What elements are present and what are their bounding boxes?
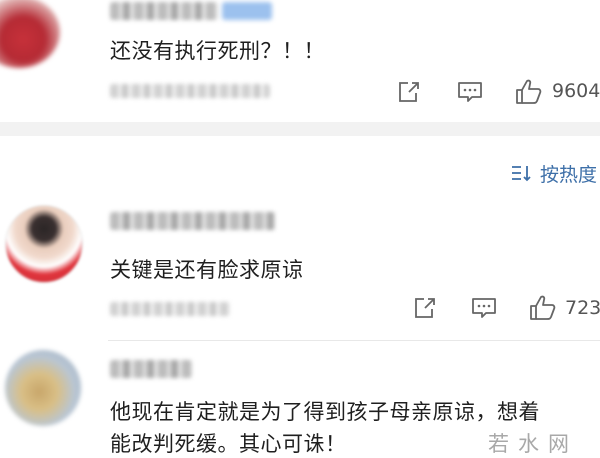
username-blurred[interactable] — [110, 212, 275, 230]
comment-separator — [108, 340, 600, 341]
user-badge-blurred — [222, 2, 272, 20]
sort-label: 按热度 — [540, 163, 598, 186]
avatar[interactable] — [5, 350, 81, 426]
avatar[interactable] — [0, 0, 60, 68]
comment-icon[interactable] — [470, 296, 498, 320]
username-blurred[interactable] — [110, 2, 218, 20]
sort-by-hot-button[interactable]: 按热度 — [510, 160, 597, 186]
avatar[interactable] — [5, 205, 83, 283]
comment-meta-blurred — [110, 84, 270, 98]
watermark: 若水网 — [488, 432, 578, 456]
comment-icon[interactable] — [456, 80, 484, 104]
share-icon[interactable] — [412, 296, 438, 320]
like-count: 9604 — [552, 80, 600, 102]
sort-icon — [512, 166, 531, 182]
username-blurred[interactable] — [110, 360, 192, 378]
section-divider — [0, 122, 600, 136]
thumbs-up-icon[interactable] — [528, 294, 558, 322]
comment-text: 还没有执行死刑？！！ — [110, 39, 325, 63]
comment-text-line-2: 能改判死缓。其心可诛！ — [110, 432, 347, 456]
comment-text-line-1: 他现在肯定就是为了得到孩子母亲原谅，想着 — [110, 400, 540, 424]
comment-meta-blurred — [110, 302, 230, 316]
like-count: 723 — [565, 297, 600, 319]
thumbs-up-icon[interactable] — [514, 78, 544, 106]
comment-text: 关键是还有脸求原谅 — [110, 258, 304, 282]
share-icon[interactable] — [396, 80, 422, 104]
